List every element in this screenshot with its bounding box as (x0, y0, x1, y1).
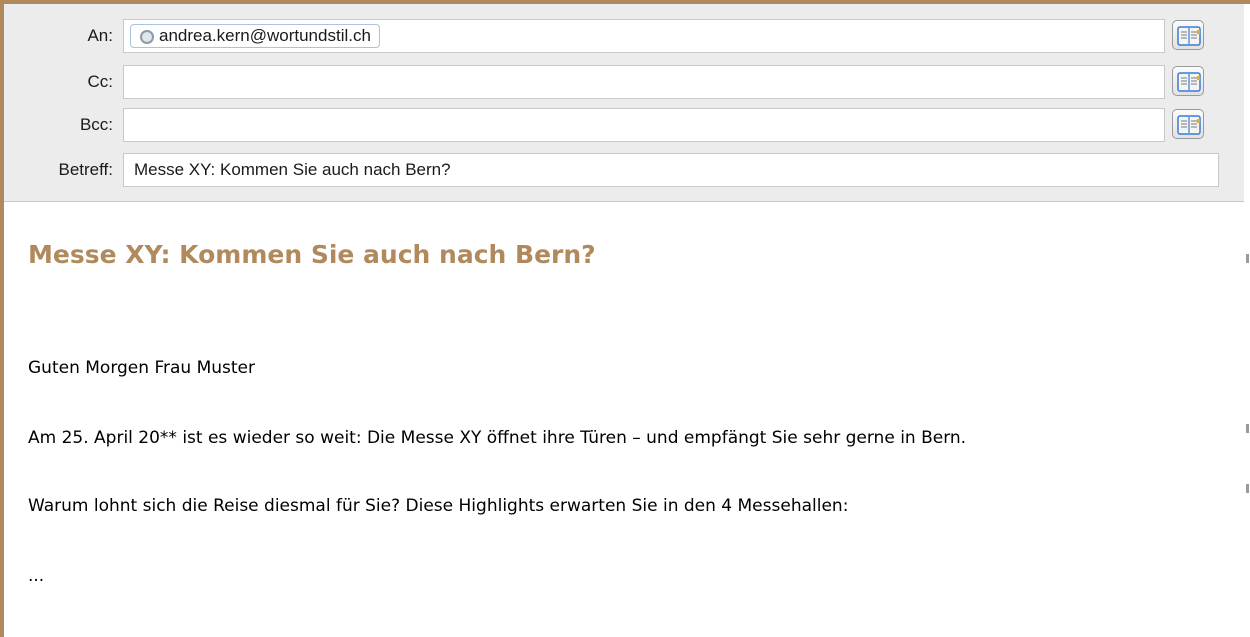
address-book-icon (1177, 26, 1201, 46)
address-book-icon (1177, 115, 1201, 135)
paragraph-1: Am 25. April 20** ist es wieder so weit:… (28, 428, 967, 448)
recipient-token[interactable]: andrea.kern@wortundstil.ch (130, 24, 380, 48)
greeting-text: Guten Morgen Frau Muster (28, 358, 255, 378)
recipient-address: andrea.kern@wortundstil.ch (159, 26, 371, 45)
to-label: An: (87, 26, 113, 45)
ellipsis-text: ... (28, 566, 45, 586)
compose-header: An: andrea.kern@wortundstil.ch Cc: Bcc: … (4, 4, 1244, 202)
cc-row: Cc: (4, 65, 1244, 99)
bcc-field[interactable] (123, 108, 1165, 142)
subject-row: Betreff: Messe XY: Kommen Sie auch nach … (4, 153, 1244, 187)
to-row: An: andrea.kern@wortundstil.ch (4, 19, 1244, 53)
cc-address-book-button[interactable] (1172, 66, 1204, 96)
to-field[interactable]: andrea.kern@wortundstil.ch (123, 19, 1165, 53)
bcc-address-book-button[interactable] (1172, 109, 1204, 139)
scrollbar-marker (1246, 424, 1249, 433)
scrollbar-marker (1246, 254, 1249, 263)
to-address-book-button[interactable] (1172, 20, 1204, 50)
message-heading: Messe XY: Kommen Sie auch nach Bern? (28, 240, 596, 269)
bcc-row: Bcc: (4, 108, 1244, 142)
subject-value: Messe XY: Kommen Sie auch nach Bern? (134, 160, 451, 179)
cc-field[interactable] (123, 65, 1165, 99)
address-book-icon (1177, 72, 1201, 92)
bcc-label: Bcc: (79, 115, 113, 134)
paragraph-2: Warum lohnt sich die Reise diesmal für S… (28, 496, 849, 516)
scrollbar-marker (1246, 484, 1249, 493)
message-body[interactable]: Messe XY: Kommen Sie auch nach Bern? Gut… (4, 202, 1244, 637)
cc-label: Cc: (87, 72, 114, 91)
recipient-status-icon (140, 30, 154, 44)
subject-field[interactable]: Messe XY: Kommen Sie auch nach Bern? (123, 153, 1219, 187)
subject-label: Betreff: (58, 160, 114, 179)
